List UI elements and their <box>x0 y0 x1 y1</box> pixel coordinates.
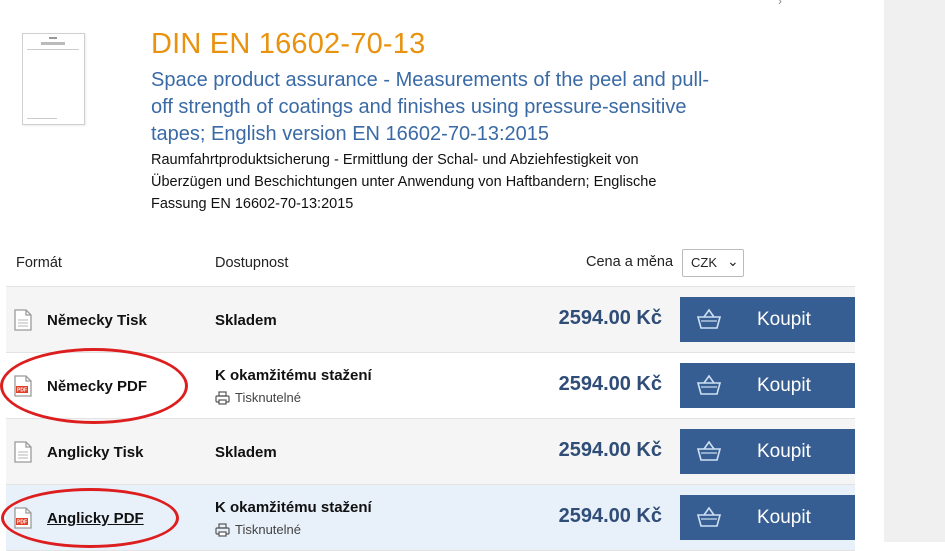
price-value: 2594.00 Kč <box>558 505 662 527</box>
annotation-ellipse <box>1 488 179 548</box>
column-header-price: Cena a měna <box>586 254 674 270</box>
price-value: 2594.00 Kč <box>558 439 662 461</box>
document-icon <box>14 309 32 331</box>
product-title-german: Raumfahrtproduktsicherung - Ermittlung d… <box>151 152 657 212</box>
currency-select-value: CZK <box>691 255 717 270</box>
printable-note: Tisknutelné <box>215 522 301 537</box>
product-code-title: DIN EN 16602-70-13 <box>151 28 426 60</box>
column-header-availability: Dostupnost <box>215 255 289 271</box>
basket-icon <box>696 374 722 395</box>
printer-icon <box>215 523 230 537</box>
printer-icon <box>215 391 230 405</box>
buy-button-label: Koupit <box>757 507 811 528</box>
thumbnail-line <box>27 49 79 50</box>
price-value: 2594.00 Kč <box>558 307 662 329</box>
currency-select[interactable]: CZK ⌄ <box>682 249 744 277</box>
chevron-fragment-icon: › <box>778 0 782 8</box>
thumbnail-line <box>49 37 57 39</box>
printable-label: Tisknutelné <box>235 522 301 537</box>
buy-button[interactable]: Koupit <box>680 429 855 474</box>
availability-text: K okamžitému stažení <box>215 367 372 384</box>
buy-button-label: Koupit <box>757 375 811 396</box>
availability-text: K okamžitému stažení <box>215 499 372 516</box>
document-icon <box>14 441 32 463</box>
buy-button[interactable]: Koupit <box>680 495 855 540</box>
product-title-english: Space product assurance - Measurements o… <box>151 69 710 145</box>
chevron-down-icon: ⌄ <box>727 253 739 269</box>
availability-text: Skladem <box>215 444 277 461</box>
thumbnail-line <box>41 42 65 45</box>
column-header-format: Formát <box>16 255 62 271</box>
table-row: Anglicky Tisk Skladem 2594.00 Kč Koupit <box>6 419 855 485</box>
basket-icon <box>696 308 722 329</box>
thumbnail-line <box>27 118 57 119</box>
basket-icon <box>696 440 722 461</box>
price-value: 2594.00 Kč <box>558 373 662 395</box>
format-name: Německy Tisk <box>47 312 147 329</box>
buy-button[interactable]: Koupit <box>680 297 855 342</box>
basket-icon <box>696 506 722 527</box>
format-name: Anglicky Tisk <box>47 444 144 461</box>
buy-button[interactable]: Koupit <box>680 363 855 408</box>
document-thumbnail[interactable] <box>22 33 85 125</box>
buy-button-label: Koupit <box>757 441 811 462</box>
buy-button-label: Koupit <box>757 309 811 330</box>
printable-label: Tisknutelné <box>235 390 301 405</box>
right-side-panel <box>884 0 945 542</box>
table-row: Německy Tisk Skladem 2594.00 Kč Koupit <box>6 287 855 353</box>
annotation-ellipse <box>0 348 188 424</box>
availability-text: Skladem <box>215 312 277 329</box>
printable-note: Tisknutelné <box>215 390 301 405</box>
